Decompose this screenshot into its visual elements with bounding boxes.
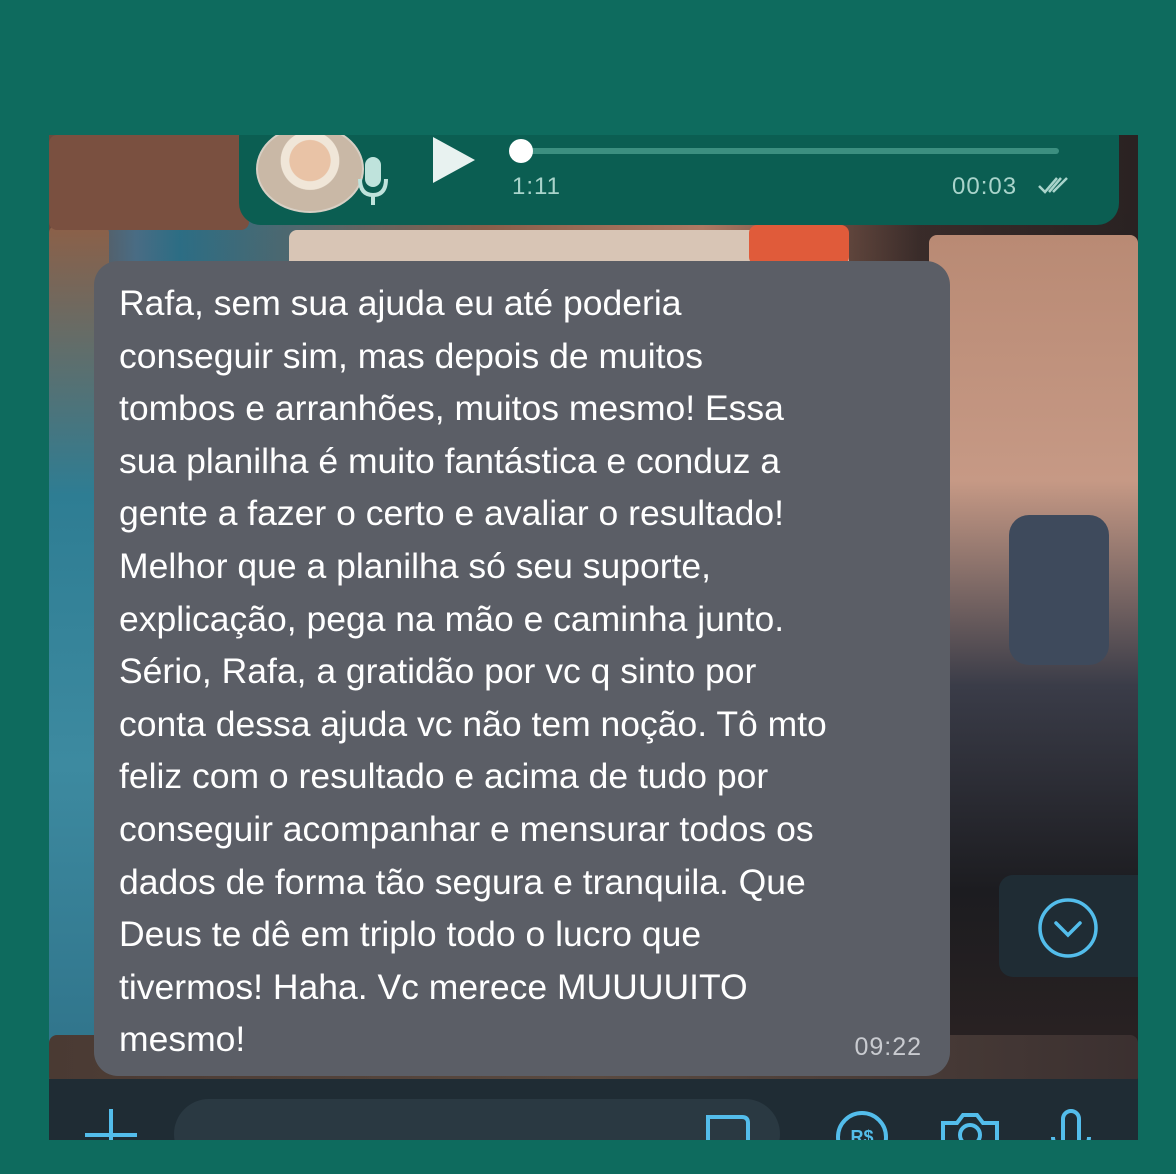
voice-timestamp: 00:03 bbox=[952, 173, 1018, 200]
message-text: Rafa, sem sua ajuda eu até poderia conse… bbox=[119, 283, 827, 1060]
chat-screen: 1:11 00:03 Rafa, sem sua ajuda eu até po… bbox=[49, 135, 1138, 1140]
voice-duration: 1:11 bbox=[512, 173, 561, 200]
plus-icon[interactable] bbox=[83, 1109, 139, 1140]
wallpaper-shape bbox=[749, 225, 849, 265]
message-input[interactable] bbox=[174, 1099, 780, 1140]
audio-progress-handle[interactable] bbox=[509, 139, 533, 163]
sticker-icon[interactable] bbox=[702, 1111, 754, 1140]
audio-progress-track[interactable] bbox=[514, 148, 1059, 154]
wallpaper-shape bbox=[49, 135, 249, 230]
microphone-icon[interactable] bbox=[1049, 1109, 1093, 1140]
message-timestamp: 09:22 bbox=[854, 1033, 922, 1061]
input-bar: R$ bbox=[49, 1079, 1138, 1140]
message-bubble[interactable]: Rafa, sem sua ajuda eu até poderia conse… bbox=[94, 261, 950, 1076]
camera-icon[interactable] bbox=[939, 1109, 1001, 1140]
microphone-icon bbox=[358, 157, 388, 205]
pix-label: R$ bbox=[850, 1127, 873, 1140]
play-icon[interactable] bbox=[429, 135, 479, 185]
pix-icon[interactable]: R$ bbox=[834, 1109, 890, 1140]
voice-message-bubble[interactable]: 1:11 00:03 bbox=[239, 135, 1119, 225]
double-check-icon bbox=[1038, 177, 1068, 194]
wallpaper-shape bbox=[1009, 515, 1109, 665]
scroll-down-button[interactable] bbox=[999, 875, 1138, 977]
avatar[interactable] bbox=[256, 135, 364, 213]
chevron-down-icon bbox=[1038, 898, 1098, 958]
